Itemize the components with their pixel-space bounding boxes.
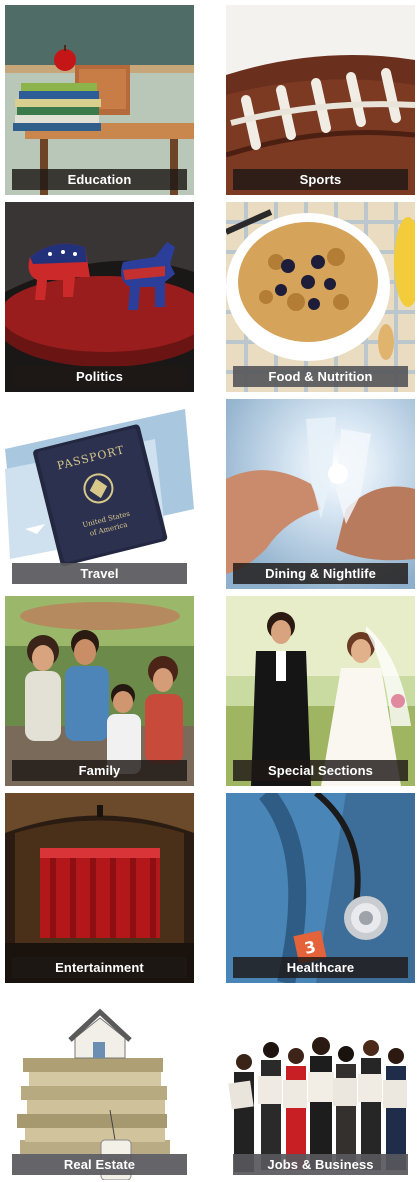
category-label: Sports bbox=[233, 169, 408, 190]
category-label: Travel bbox=[12, 563, 187, 584]
tile-family[interactable]: Family bbox=[5, 596, 194, 786]
tile-dining[interactable]: Dining & Nightlife bbox=[226, 399, 415, 589]
football-image bbox=[226, 5, 415, 195]
cereal-image bbox=[226, 202, 415, 392]
category-label: Healthcare bbox=[233, 957, 408, 978]
tile-healthcare[interactable]: 3 Healthcare bbox=[226, 793, 415, 983]
real-estate-image: $$$ bbox=[5, 990, 194, 1180]
tile-sports[interactable]: Sports bbox=[226, 5, 415, 195]
category-label: Food & Nutrition bbox=[233, 366, 408, 387]
category-grid: Education Sports Politics Food & Nutriti… bbox=[0, 0, 417, 1182]
category-label: Special Sections bbox=[233, 760, 408, 781]
toast-image bbox=[226, 399, 415, 589]
passport-image: PASSPORT United States of America bbox=[5, 399, 194, 589]
tile-jobs[interactable]: Jobs & Business bbox=[226, 990, 415, 1180]
wedding-image bbox=[226, 596, 415, 786]
tile-entertainment[interactable]: Entertainment bbox=[5, 793, 194, 983]
family-image bbox=[5, 596, 194, 786]
category-label: Real Estate bbox=[12, 1154, 187, 1175]
politics-image bbox=[5, 202, 194, 392]
category-label: Politics bbox=[12, 366, 187, 387]
tile-politics[interactable]: Politics bbox=[5, 202, 194, 392]
tile-special[interactable]: Special Sections bbox=[226, 596, 415, 786]
category-label: Entertainment bbox=[12, 957, 187, 978]
category-label: Jobs & Business bbox=[233, 1154, 408, 1175]
stethoscope-image: 3 bbox=[226, 793, 415, 983]
tile-education[interactable]: Education bbox=[5, 5, 194, 195]
tile-realestate[interactable]: $$$ Real Estate bbox=[5, 990, 194, 1180]
category-label: Dining & Nightlife bbox=[233, 563, 408, 584]
business-people-image bbox=[226, 990, 415, 1180]
education-image bbox=[5, 5, 194, 195]
tile-food[interactable]: Food & Nutrition bbox=[226, 202, 415, 392]
category-label: Family bbox=[12, 760, 187, 781]
theater-stage-image bbox=[5, 793, 194, 983]
tile-travel[interactable]: PASSPORT United States of America Travel bbox=[5, 399, 194, 589]
category-label: Education bbox=[12, 169, 187, 190]
